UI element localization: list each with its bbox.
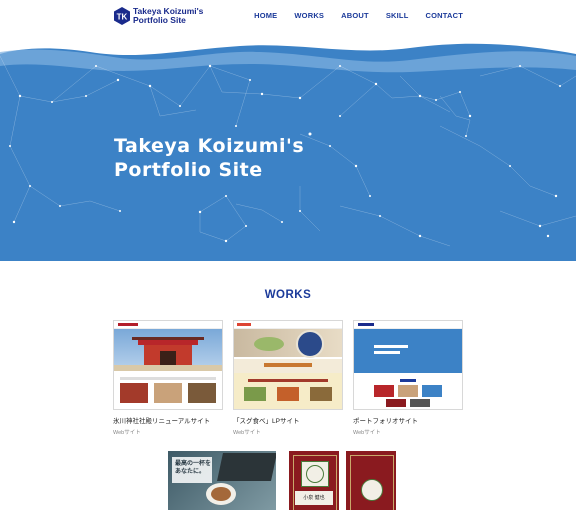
card-name: 小泉 健也 (303, 495, 325, 501)
nav-works[interactable]: WORKS (294, 11, 324, 20)
nav-contact[interactable]: CONTACT (425, 11, 463, 20)
hero-title-line2: Portfolio Site (114, 159, 263, 181)
work-card-businesscard-front[interactable]: 小泉 健也 (289, 451, 339, 510)
work-card-sugutabe[interactable]: 「スグ食べ」LPサイト Webサイト (233, 320, 343, 436)
hexagon-logo-icon: TK (114, 7, 130, 25)
hero-title-line1: Takeya Koizumi's (114, 135, 305, 157)
logo-line2: Portfolio Site (133, 15, 186, 25)
work-title: 「スグ食べ」LPサイト (233, 418, 300, 425)
nav-home[interactable]: HOME (254, 11, 277, 20)
nav-skill[interactable]: SKILL (386, 11, 409, 20)
hero-title: Takeya Koizumi's Portfolio Site (114, 134, 304, 182)
work-card-hikawa[interactable]: 氷川神社社殿リニューアルサイト Webサイト (113, 320, 223, 436)
work-title: 氷川神社社殿リニューアルサイト (113, 418, 211, 425)
card-emblem-circle (306, 465, 324, 483)
work-title: ポートフォリオサイト (353, 418, 418, 425)
coffee-copy: 最高の一杯を あなたに。 (175, 460, 211, 476)
site-logo[interactable]: TK Takeya Koizumi's Portfolio Site (114, 7, 203, 25)
coffee-text-2: あなたに。 (175, 469, 206, 475)
coffee-latte (211, 487, 231, 501)
card-back-emblem (361, 479, 383, 501)
logo-text: Takeya Koizumi's Portfolio Site (133, 7, 203, 25)
nav-about[interactable]: ABOUT (341, 11, 369, 20)
laptop-shape (217, 453, 276, 481)
work-category: Webサイト (113, 430, 141, 436)
work-thumbnail-portfolio (353, 320, 463, 410)
main-nav: HOME WORKS ABOUT SKILL CONTACT (237, 11, 463, 20)
work-card-portfolio[interactable]: ポートフォリオサイト Webサイト (353, 320, 463, 436)
svg-text:TK: TK (117, 13, 128, 22)
hero-section: Takeya Koizumi's Portfolio Site (0, 36, 576, 261)
site-header: TK Takeya Koizumi's Portfolio Site HOME … (0, 0, 576, 36)
work-card-coffee[interactable]: 最高の一杯を あなたに。 (168, 451, 276, 510)
work-card-businesscard-back[interactable] (346, 451, 396, 510)
coffee-text-1: 最高の一杯を (175, 461, 212, 467)
works-heading: WORKS (264, 289, 312, 301)
work-thumbnail-sugutabe (233, 320, 343, 410)
work-thumbnail-hikawa (113, 320, 223, 410)
work-category: Webサイト (353, 430, 381, 436)
work-category: Webサイト (233, 430, 261, 436)
